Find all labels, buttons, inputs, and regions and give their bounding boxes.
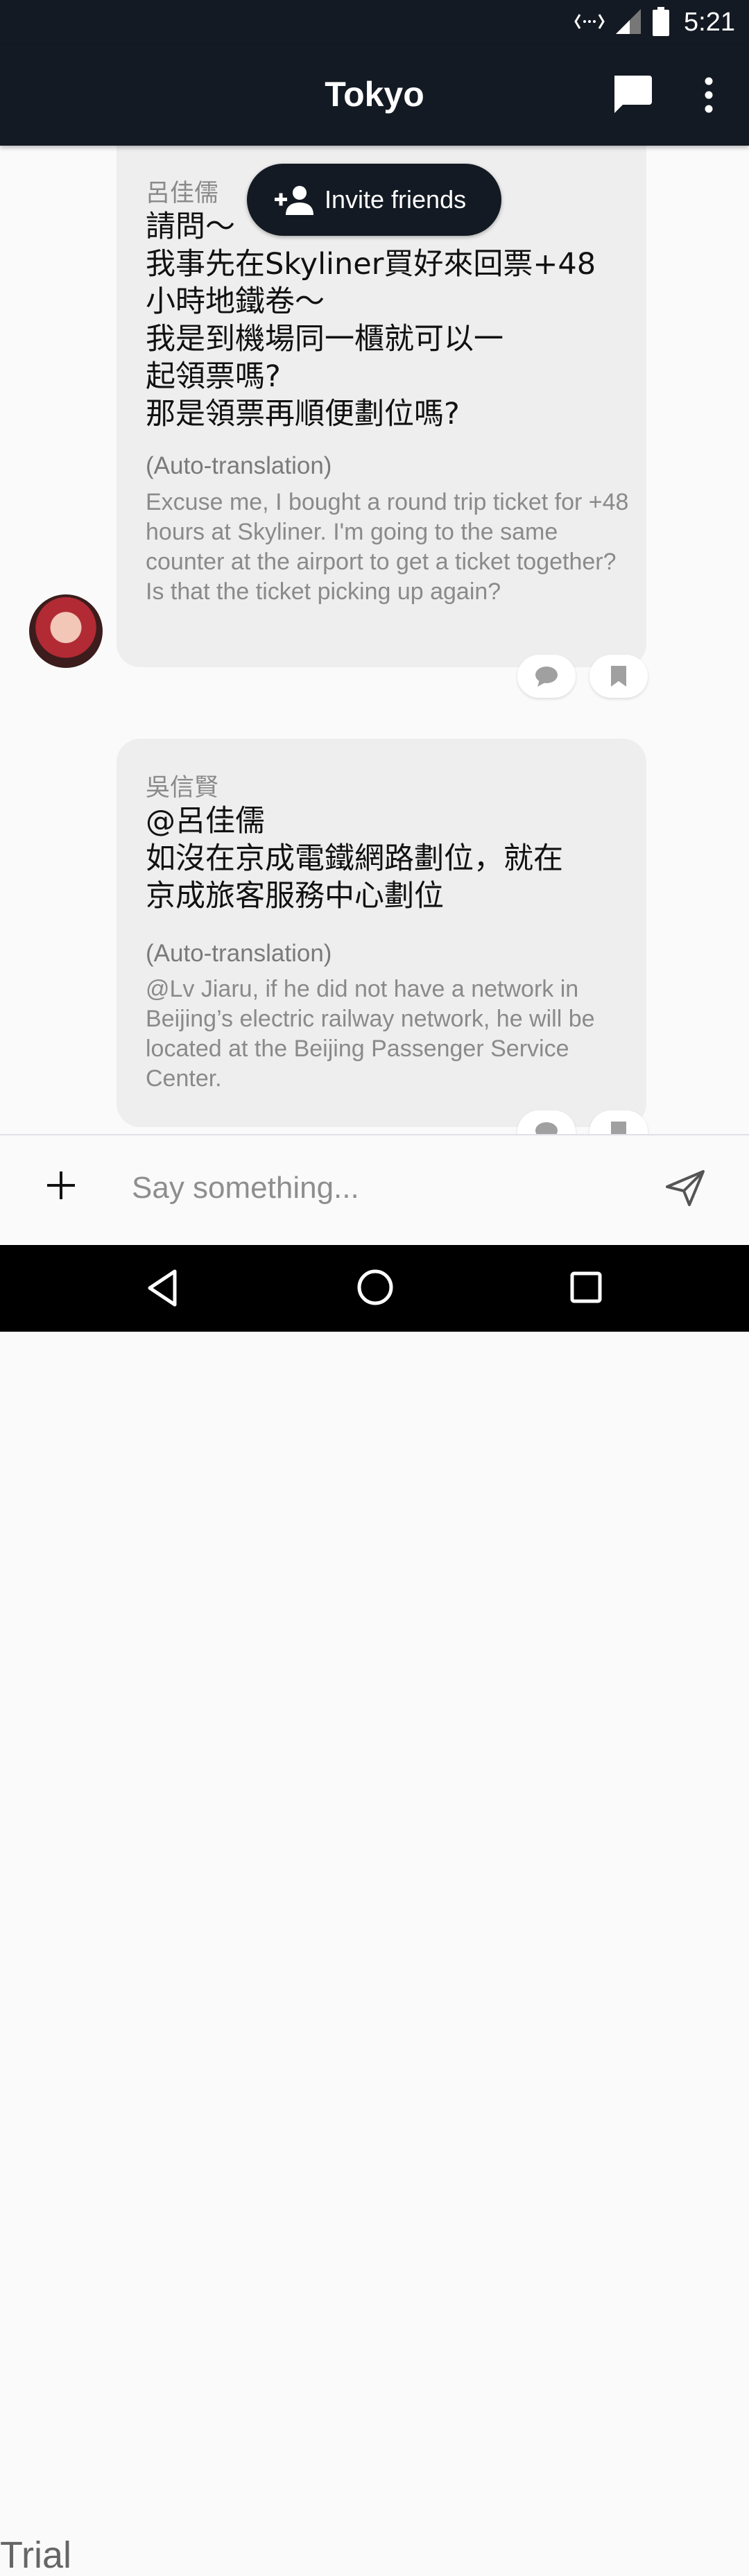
back-icon [148,1269,177,1307]
status-time: 5:21 [684,8,735,37]
status-icons: 5:21 [574,6,735,39]
back-button[interactable] [146,1269,179,1310]
invite-friends-button[interactable]: Invite friends [247,164,501,236]
auto-translation-label: (Auto-translation) [146,940,332,967]
recents-icon [570,1271,602,1303]
data-icon [574,11,605,35]
reply-button[interactable] [517,1110,576,1134]
message-text: 請問～ 我事先在Skyliner買好來回票+48 小時地鐵卷～ 我是到機場同一櫃… [146,209,596,431]
comment-icon [535,667,558,687]
send-icon [666,1170,705,1206]
message-input[interactable] [130,1163,632,1213]
trial-watermark: Trial [0,2534,71,2576]
translation-text: Excuse me, I bought a round trip ticket … [146,489,629,605]
system-nav-bar: Trial [0,1245,749,2574]
reply-button[interactable] [517,655,576,698]
send-button[interactable] [664,1169,706,1208]
plus-icon [47,1171,75,1199]
auto-translation-label: (Auto-translation) [146,452,332,479]
message-bubble[interactable]: 吳信賢 @呂佳儒 如沒在京成電鐵網路劃位，就在 京成旅客服務中心劃位 (Auto… [117,739,646,1127]
bookmark-icon [611,666,626,687]
bookmark-icon [611,1122,626,1134]
app-bar: Tokyo [0,45,749,146]
bookmark-button[interactable] [589,655,648,698]
chat-area[interactable]: 呂佳儒 請問～ 我事先在Skyliner買好來回票+48 小時地鐵卷～ 我是到機… [0,146,749,1134]
chat-button[interactable] [610,73,653,116]
bookmark-button[interactable] [589,1110,648,1134]
translation-text: @Lv Jiaru, if he did not have a network … [146,976,595,1092]
message-input-bar [0,1134,749,1246]
add-person-icon [275,186,313,215]
signal-icon [614,8,642,38]
attach-button[interactable] [43,1167,79,1203]
home-icon [357,1269,393,1305]
avatar[interactable] [29,594,103,668]
chat-icon [614,76,652,113]
status-bar: 5:21 [0,0,749,45]
more-options-button[interactable] [695,74,723,116]
home-button[interactable] [356,1269,394,1309]
recents-button[interactable] [570,1271,602,1306]
message-text: @呂佳儒 如沒在京成電鐵網路劃位，就在 京成旅客服務中心劃位 [146,804,563,913]
sender-name: 吳信賢 [146,774,219,802]
more-vert-icon [705,77,713,113]
sender-name: 呂佳儒 [146,180,219,207]
invite-friends-label: Invite friends [325,185,467,214]
comment-icon [535,1122,558,1134]
battery-icon [652,6,670,39]
